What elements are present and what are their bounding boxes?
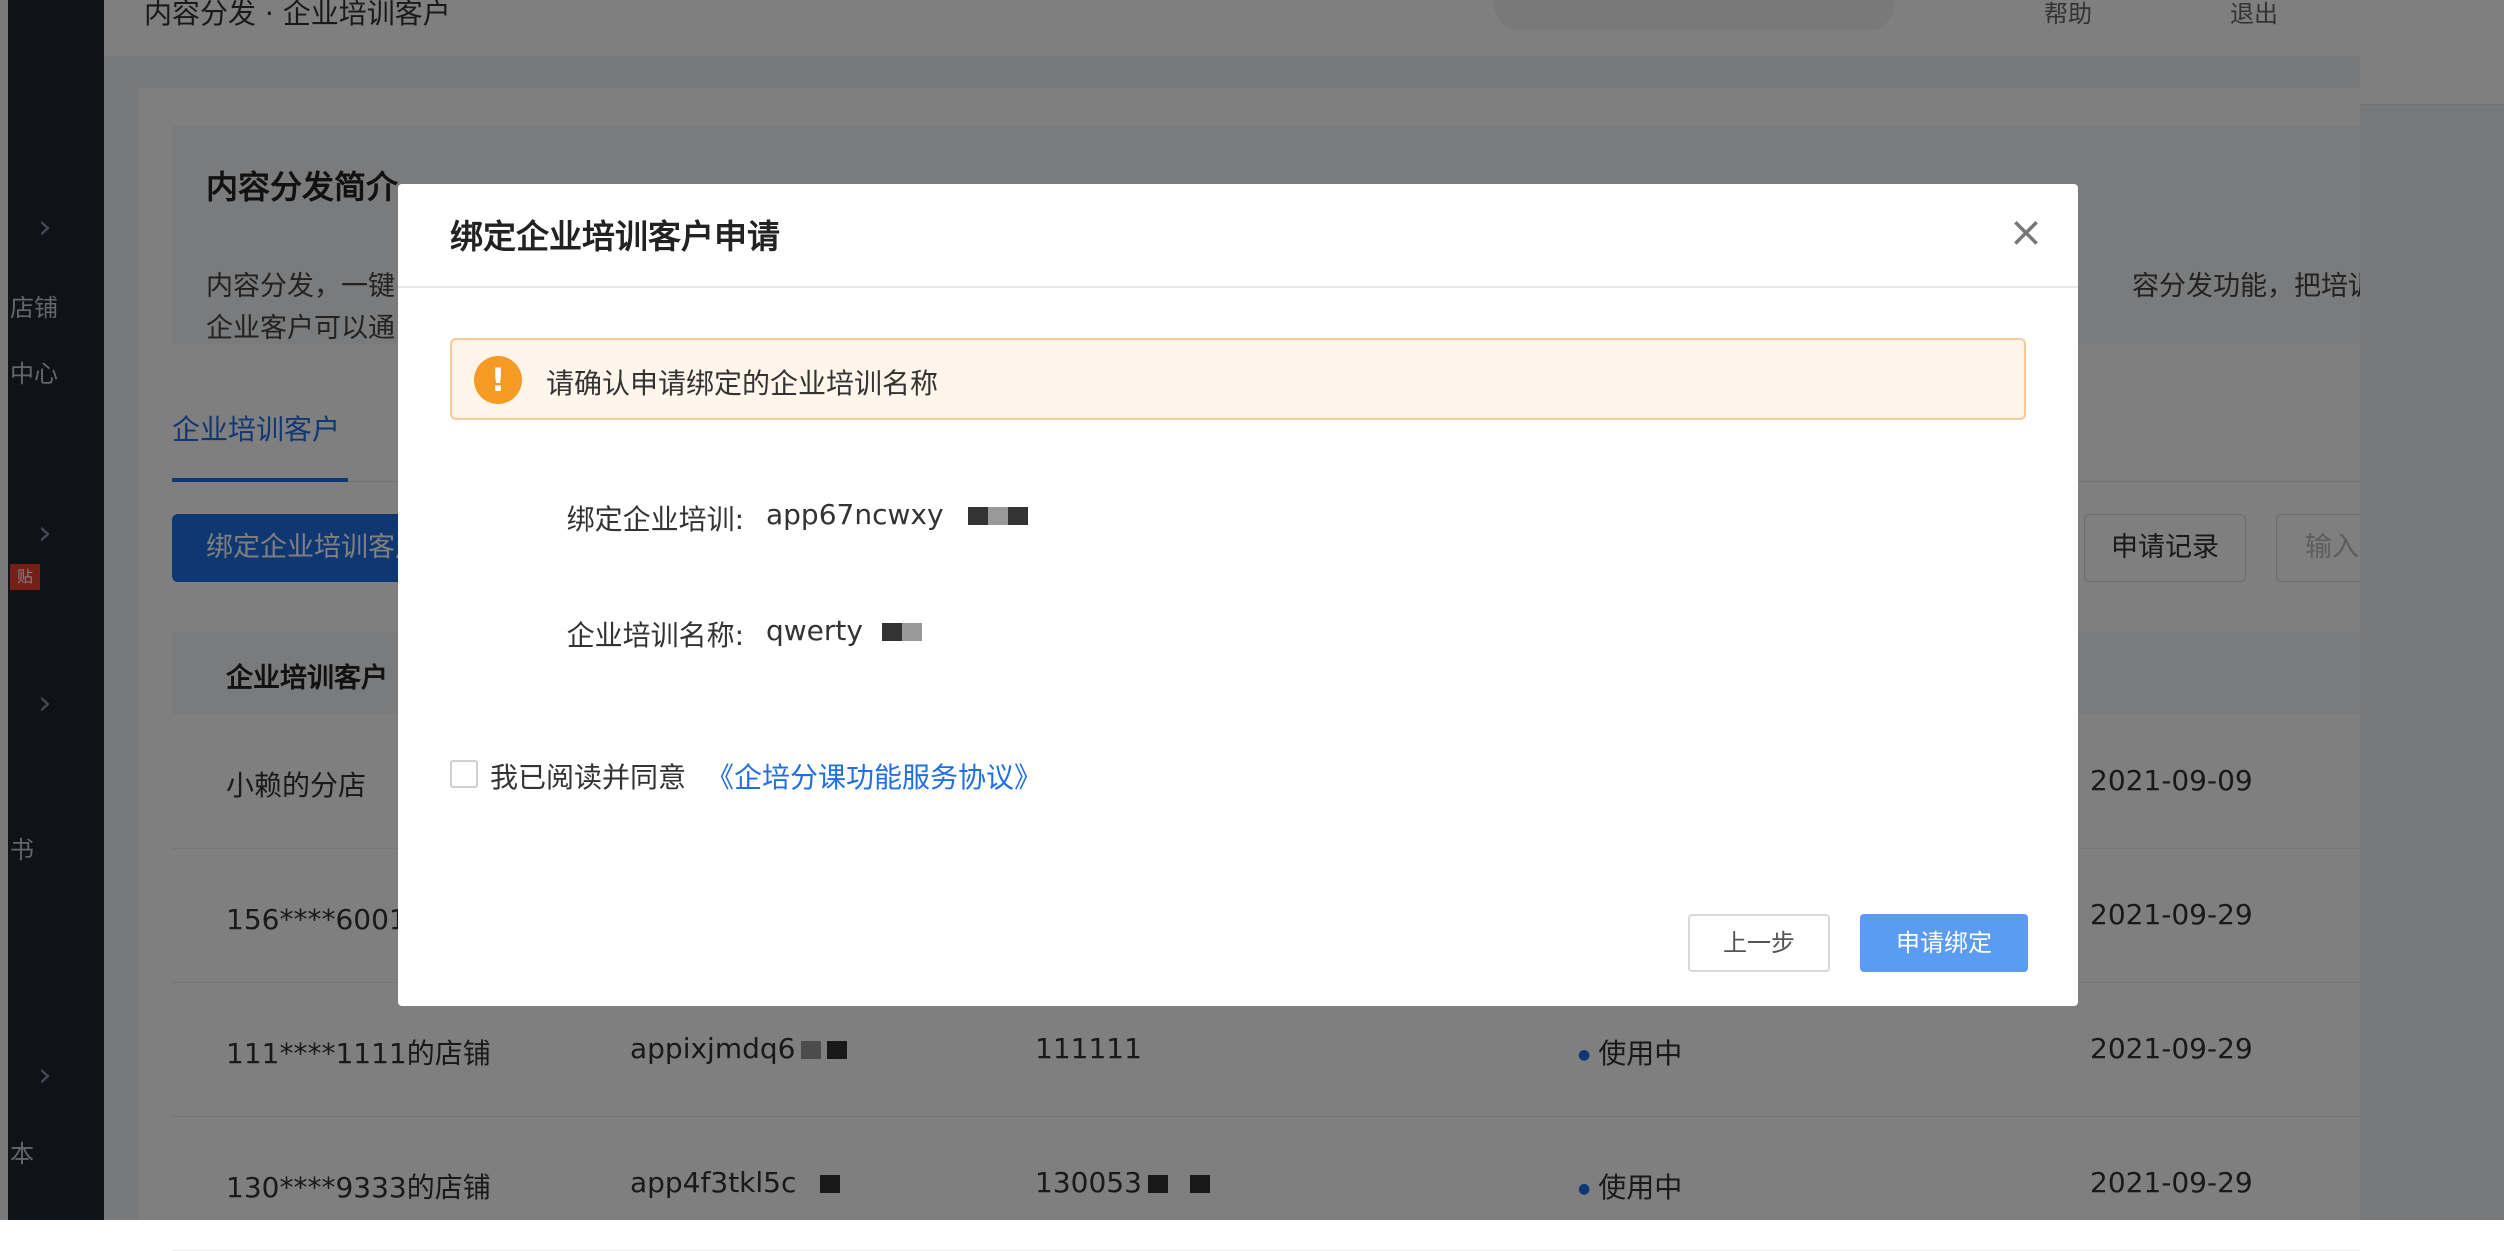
field-label: 企业培训名称: (566, 619, 744, 652)
redaction-mark (881, 623, 902, 641)
dialog-title: 绑定企业培训客户申请 (450, 217, 780, 256)
alert-text: 请确认申请绑定的企业培训名称 (546, 367, 939, 400)
field-value: app67ncwxy (766, 498, 1029, 531)
agree-label[interactable]: 我已阅读并同意 (490, 756, 686, 796)
dialog-header: 绑定企业培训客户申请 × (398, 184, 2078, 288)
field-label: 绑定企业培训: (566, 503, 744, 536)
previous-step-button[interactable]: 上一步 (1688, 914, 1830, 972)
agree-checkbox[interactable] (450, 760, 478, 788)
exclamation-icon: ! (474, 356, 522, 404)
submit-bind-button[interactable]: 申请绑定 (1860, 914, 2028, 972)
agreement-link[interactable]: 《企培分课功能服务协议》 (706, 756, 1042, 796)
close-icon[interactable]: × (2004, 210, 2048, 254)
redaction-mark (1008, 507, 1029, 525)
bind-request-dialog: 绑定企业培训客户申请 × ! 请确认申请绑定的企业培训名称 绑定企业培训: ap… (398, 184, 2078, 1006)
redaction-mark (968, 507, 989, 525)
field-value: qwerty (766, 614, 922, 647)
redaction-mark (901, 623, 922, 641)
redaction-mark (988, 507, 1009, 525)
warning-alert: ! 请确认申请绑定的企业培训名称 (450, 338, 2026, 420)
